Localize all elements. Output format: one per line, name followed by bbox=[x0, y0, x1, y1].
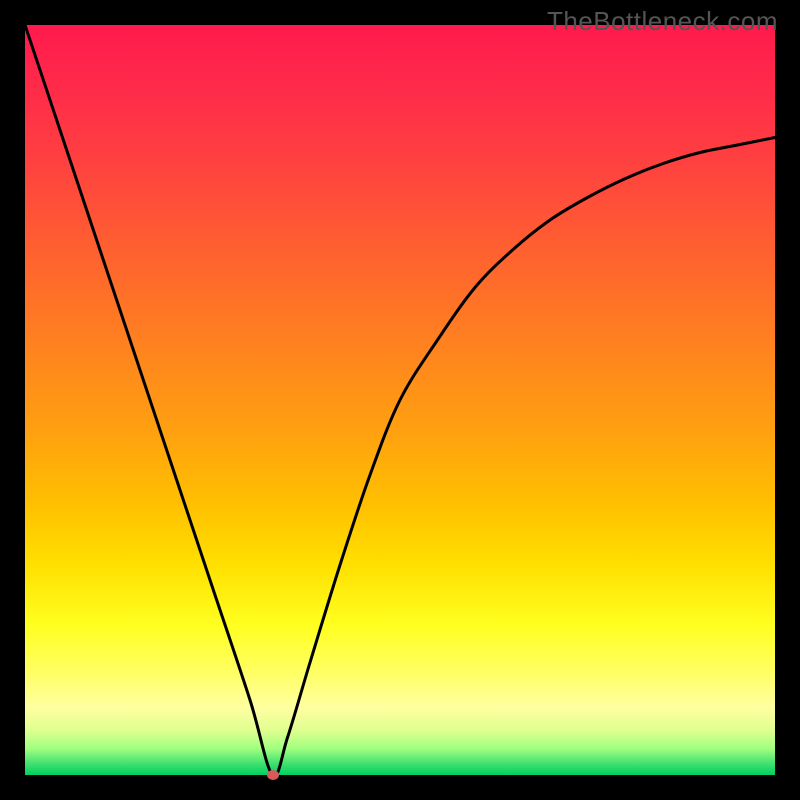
bottleneck-curve bbox=[25, 25, 775, 775]
chart-plot-area bbox=[25, 25, 775, 775]
watermark-text: TheBottleneck.com bbox=[547, 6, 778, 37]
minimum-marker bbox=[267, 770, 279, 780]
